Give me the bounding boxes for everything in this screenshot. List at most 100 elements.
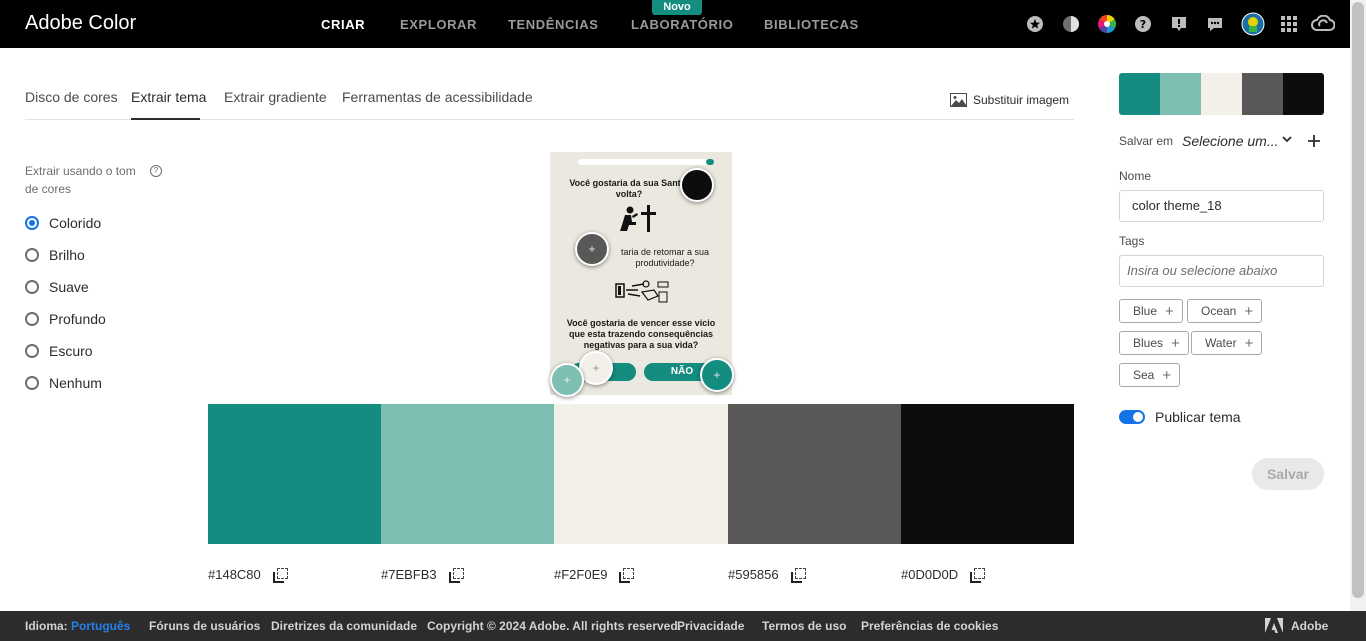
radio-colorido[interactable]: Colorido	[25, 215, 101, 231]
tab-disco-de-cores[interactable]: Disco de cores	[25, 89, 118, 105]
footer-link-forums[interactable]: Fóruns de usuários	[149, 619, 260, 633]
hex-label[interactable]: #F2F0E9	[554, 567, 607, 582]
radio-dot[interactable]	[25, 344, 39, 358]
footer-link-terms[interactable]: Termos de uso	[762, 619, 846, 633]
image-question-1: Você gostaria da sua Santid volta?	[569, 178, 689, 199]
image-icon	[950, 93, 967, 107]
scrollbar-thumb[interactable]	[1352, 2, 1364, 598]
radio-dot[interactable]	[25, 216, 39, 230]
praying-figure-icon	[620, 205, 656, 232]
save-button[interactable]: Salvar	[1252, 458, 1324, 490]
hex-value-2[interactable]: #7EBFB3	[381, 567, 464, 583]
image-progress-bar	[578, 159, 714, 165]
color-picker-1[interactable]: +	[700, 358, 734, 392]
nav-explorar[interactable]: EXPLORAR	[400, 17, 477, 32]
add-library-button[interactable]	[1307, 131, 1321, 154]
save-in-label: Salvar em	[1119, 134, 1174, 148]
nav-criar[interactable]: CRIAR	[321, 17, 365, 32]
tag-chip-water[interactable]: Water +	[1191, 331, 1263, 355]
hex-value-4[interactable]: #595856	[728, 567, 806, 583]
tag-chip-blues[interactable]: Blues +	[1119, 331, 1189, 355]
nav-tendencias[interactable]: TENDÊNCIAS	[508, 17, 599, 32]
swatch-3[interactable]	[554, 404, 728, 544]
radio-dot[interactable]	[25, 248, 39, 262]
avatar[interactable]	[1241, 12, 1265, 36]
radio-label: Nenhum	[49, 375, 102, 391]
plus-icon	[1308, 135, 1320, 147]
productivity-illustration-icon	[615, 280, 669, 303]
radio-label: Suave	[49, 279, 89, 295]
theme-preview	[1119, 73, 1324, 115]
tag-chip-blue[interactable]: Blue +	[1119, 299, 1183, 323]
nav-laboratorio[interactable]: LABORATÓRIO	[631, 17, 733, 32]
chevron-down-icon[interactable]	[1281, 133, 1293, 145]
replace-image-button[interactable]: Substituir imagem	[950, 93, 1069, 107]
tag-chip-sea[interactable]: Sea +	[1119, 363, 1181, 387]
feedback-icon[interactable]	[1205, 14, 1225, 34]
hex-value-5[interactable]: #0D0D0D	[901, 567, 986, 583]
app-title[interactable]: Adobe Color	[25, 12, 136, 35]
hex-label[interactable]: #7EBFB3	[381, 567, 437, 582]
help-icon[interactable]: ?	[150, 165, 162, 177]
swatch-1[interactable]	[208, 404, 381, 544]
apps-grid-icon[interactable]	[1279, 14, 1299, 34]
help-icon[interactable]: ?	[1133, 14, 1153, 34]
radio-label: Brilho	[49, 247, 85, 263]
radio-escuro[interactable]: Escuro	[25, 343, 93, 359]
hex-label[interactable]: #595856	[728, 567, 779, 582]
adobe-logo-icon	[1265, 618, 1283, 633]
hex-value-1[interactable]: #148C80	[208, 567, 288, 583]
copy-icon[interactable]	[790, 567, 806, 583]
star-icon[interactable]	[1025, 14, 1045, 34]
creative-cloud-icon[interactable]	[1311, 14, 1335, 34]
tab-extrair-tema[interactable]: Extrair tema	[131, 89, 206, 105]
footer-link-guidelines[interactable]: Diretrizes da comunidade	[271, 619, 417, 633]
radio-brilho[interactable]: Brilho	[25, 247, 85, 263]
new-badge: Novo	[652, 0, 702, 15]
hex-label[interactable]: #0D0D0D	[901, 567, 958, 582]
hex-value-3[interactable]: #F2F0E9	[554, 567, 635, 583]
replace-image-label: Substituir imagem	[973, 93, 1070, 107]
footer-link-cookies[interactable]: Preferências de cookies	[861, 619, 998, 633]
radio-dot[interactable]	[25, 312, 39, 326]
tag-label: Blue	[1133, 304, 1158, 318]
swatch-2[interactable]	[381, 404, 554, 544]
radio-dot[interactable]	[25, 376, 39, 390]
library-select[interactable]: Selecione um...	[1182, 133, 1279, 149]
tab-extrair-gradiente[interactable]: Extrair gradiente	[224, 89, 327, 105]
plus-icon: +	[1244, 334, 1254, 352]
name-label: Nome	[1119, 169, 1152, 183]
hex-label[interactable]: #148C80	[208, 567, 261, 582]
copy-icon[interactable]	[448, 567, 464, 583]
color-picker-3[interactable]: +	[579, 351, 613, 385]
contrast-icon[interactable]	[1061, 14, 1081, 34]
swatch-5[interactable]	[901, 404, 1074, 544]
copy-icon[interactable]	[970, 567, 986, 583]
color-picker-4[interactable]: +	[575, 232, 609, 266]
footer-link-privacy[interactable]: Privacidade	[677, 619, 744, 633]
radio-dot[interactable]	[25, 280, 39, 294]
nav-bibliotecas[interactable]: BIBLIOTECAS	[764, 17, 859, 32]
radio-nenhum[interactable]: Nenhum	[25, 375, 102, 391]
radio-suave[interactable]: Suave	[25, 279, 89, 295]
publish-toggle[interactable]	[1119, 410, 1145, 424]
color-wheel-icon[interactable]	[1097, 14, 1117, 34]
radio-profundo[interactable]: Profundo	[25, 311, 106, 327]
language-link[interactable]: Português	[71, 619, 130, 633]
color-picker-2[interactable]: +	[550, 363, 584, 397]
publish-label: Publicar tema	[1155, 409, 1241, 425]
tags-input[interactable]: Insira ou selecione abaixo	[1119, 255, 1324, 287]
theme-preview-swatch-2	[1160, 73, 1201, 115]
tab-ferramentas-de-acessibilidade[interactable]: Ferramentas de acessibilidade	[342, 89, 533, 105]
theme-name-input[interactable]: color theme_18	[1119, 190, 1324, 222]
color-picker-5[interactable]	[680, 168, 714, 202]
image-question-2: taria de retomar a sua produtividade?	[620, 247, 710, 268]
tag-chip-ocean[interactable]: Ocean +	[1187, 299, 1263, 323]
copy-icon[interactable]	[272, 567, 288, 583]
theme-preview-swatch-4	[1242, 73, 1283, 115]
swatch-4[interactable]	[728, 404, 901, 544]
copy-icon[interactable]	[619, 567, 635, 583]
alert-icon[interactable]	[1169, 14, 1189, 34]
theme-preview-swatch-1	[1119, 73, 1160, 115]
language-label: Idioma:	[25, 619, 68, 633]
